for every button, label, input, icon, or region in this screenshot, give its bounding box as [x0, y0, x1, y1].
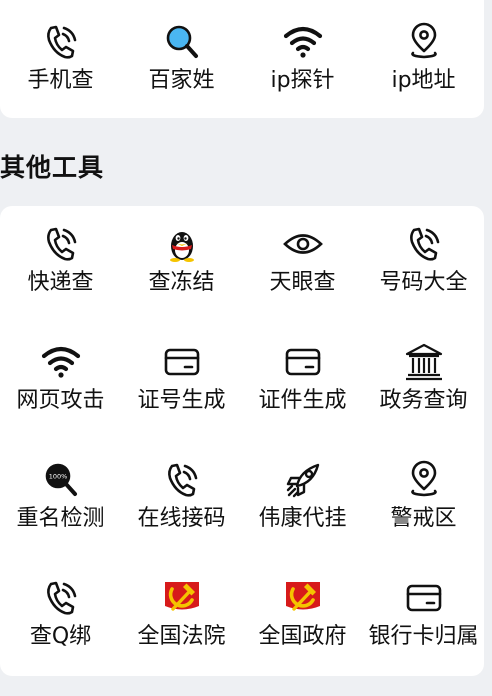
other-tools-grid: 快递查 查冻结 天眼查 号码大全 网页攻击 证号生成 证件生成 政务查询 100… [0, 224, 484, 696]
tool-label: ip探针 [270, 68, 335, 93]
card-icon [404, 578, 444, 618]
penguin-icon [162, 224, 202, 264]
tool-tile[interactable]: 号码大全 [363, 224, 484, 342]
tool-tile[interactable]: 政务查询 [363, 342, 484, 460]
wifi-icon [283, 22, 323, 62]
tool-tile[interactable]: 证号生成 [121, 342, 242, 460]
tool-tile[interactable]: 伟康代挂 [242, 460, 363, 578]
location-pin-icon [404, 22, 444, 62]
tool-label: 手机查 [27, 68, 94, 93]
icon-percentage-label: 100% [48, 473, 67, 481]
tool-tile[interactable]: 全国法院 [121, 578, 242, 696]
tool-label: 查Q绑 [29, 624, 92, 649]
tool-tile[interactable]: 100% 重名检测 [0, 460, 121, 578]
tool-label: 在线接码 [137, 506, 226, 531]
phone-icon [404, 224, 444, 264]
phone-icon [162, 460, 202, 500]
tool-tile[interactable]: ip探针 [242, 22, 363, 96]
tool-label: ip地址 [391, 68, 456, 93]
tool-label: 全国法院 [137, 624, 226, 649]
tool-label: 重名检测 [16, 506, 105, 531]
tool-tile[interactable]: 百家姓 [121, 22, 242, 96]
tool-tile[interactable]: 查冻结 [121, 224, 242, 342]
hammer-sickle-icon [162, 578, 202, 618]
tool-label: 网页攻击 [16, 388, 105, 413]
phone-icon [41, 224, 81, 264]
phone-icon [41, 22, 81, 62]
tool-label: 号码大全 [379, 270, 468, 295]
hammer-sickle-icon [283, 578, 323, 618]
tool-tile[interactable]: 查Q绑 [0, 578, 121, 696]
tool-label: 证号生成 [137, 388, 226, 413]
magnifier-icon: 100% [41, 460, 81, 500]
eye-icon [282, 224, 323, 264]
location-pin-icon [404, 460, 444, 500]
tool-tile[interactable]: 天眼查 [242, 224, 363, 342]
top-tools-grid: 手机查 百家姓 ip探针 ip地址 [0, 22, 484, 96]
tool-tile[interactable]: 快递查 [0, 224, 121, 342]
tool-tile[interactable]: 全国政府 [242, 578, 363, 696]
tool-label: 百家姓 [148, 68, 215, 93]
section-title: 其他工具 [0, 153, 105, 182]
tool-label: 天眼查 [269, 270, 336, 295]
tool-label: 证件生成 [258, 388, 347, 413]
wifi-icon [41, 342, 81, 382]
tool-label: 快递查 [27, 270, 94, 295]
tool-tile[interactable]: 手机查 [0, 22, 121, 96]
tool-label: 查冻结 [148, 270, 215, 295]
tool-label: 银行卡归属 [368, 624, 479, 649]
tool-label: 政务查询 [379, 388, 468, 413]
magnifier-icon [162, 22, 202, 62]
tool-tile[interactable]: 网页攻击 [0, 342, 121, 460]
card-icon [283, 342, 323, 382]
tool-tile[interactable]: 证件生成 [242, 342, 363, 460]
phone-icon [41, 578, 81, 618]
tool-tile[interactable]: ip地址 [363, 22, 484, 96]
tool-label: 警戒区 [390, 506, 457, 531]
tool-label: 全国政府 [258, 624, 347, 649]
tool-tile[interactable]: 银行卡归属 [363, 578, 484, 696]
tool-tile[interactable]: 在线接码 [121, 460, 242, 578]
tool-tile[interactable]: 警戒区 [363, 460, 484, 578]
rocket-icon [283, 460, 323, 500]
card-icon [162, 342, 202, 382]
tool-label: 伟康代挂 [258, 506, 347, 531]
government-building-icon [404, 342, 444, 382]
